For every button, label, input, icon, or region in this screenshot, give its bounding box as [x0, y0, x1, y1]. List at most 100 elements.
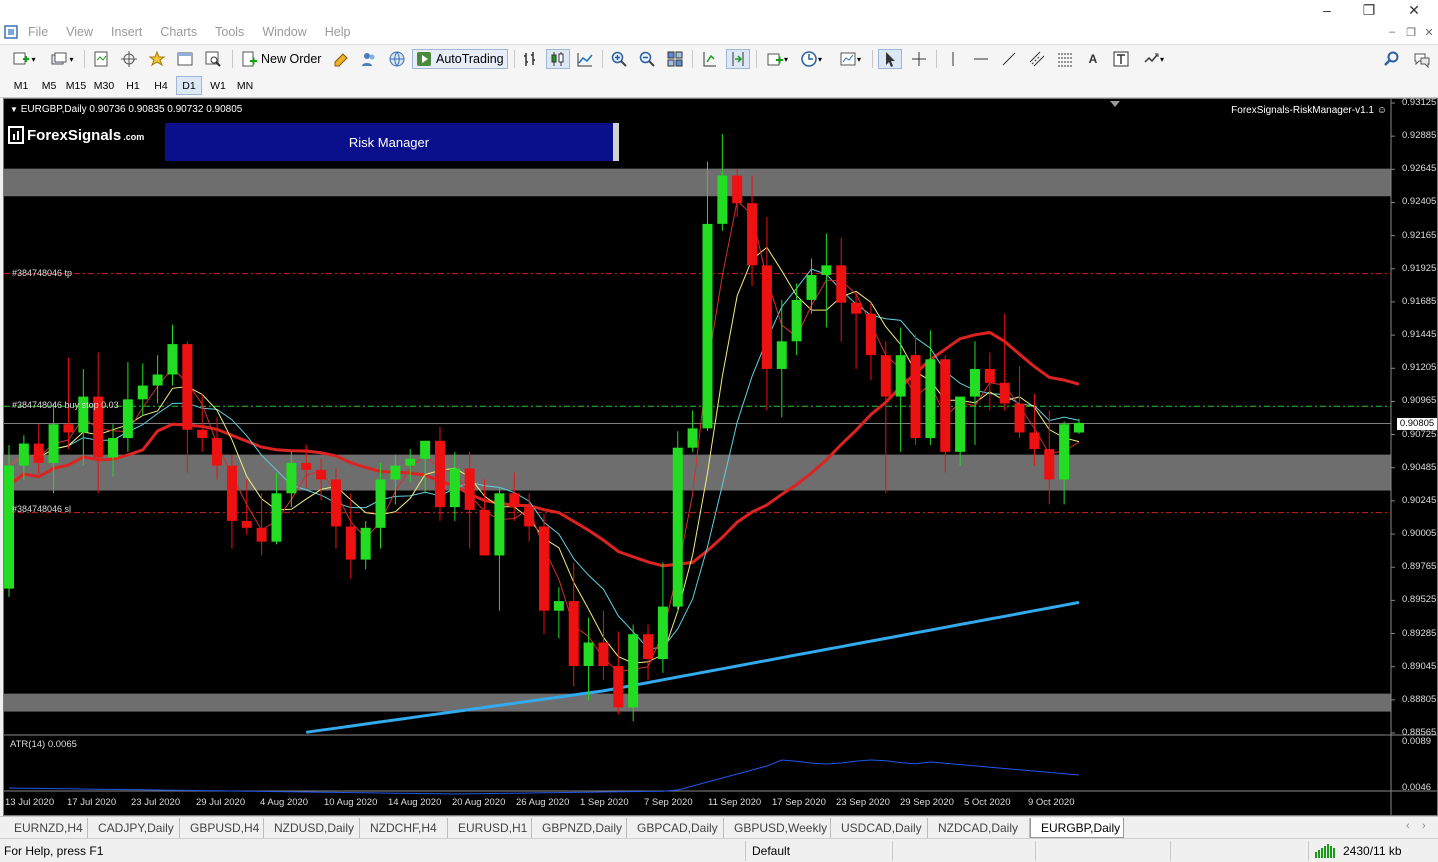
chart-tab[interactable]: GBPNZD,Daily — [532, 818, 627, 838]
menu-view[interactable]: View — [66, 25, 103, 39]
chart-tab[interactable]: GBPUSD,H4 — [180, 818, 264, 838]
timeframe-h1[interactable]: H1 — [120, 76, 146, 95]
data-window-button[interactable] — [118, 49, 140, 69]
new-order-button[interactable]: New Order — [240, 49, 324, 69]
zoom-in-button[interactable] — [608, 49, 630, 69]
chart-tab[interactable]: GBPCAD,Daily — [627, 818, 724, 838]
chart-window[interactable]: ▼ EURGBP,Daily 0.90736 0.90835 0.90732 0… — [3, 97, 1438, 816]
chart-tab[interactable]: EURUSD,H1 — [448, 818, 532, 838]
templates-button[interactable]: ▾ — [834, 49, 866, 69]
periods-button[interactable]: ▾ — [796, 49, 826, 69]
candle-body — [925, 359, 936, 439]
minimize-button[interactable]: – — [1316, 2, 1338, 18]
candle-body — [791, 299, 802, 342]
mql5-button[interactable] — [386, 49, 408, 69]
new-chart-button[interactable]: ▾ — [8, 49, 40, 69]
template-icon — [840, 52, 856, 66]
chart-tab[interactable]: NZDCAD,Daily — [928, 818, 1030, 838]
menu-window[interactable]: Window — [262, 25, 316, 39]
chart-tab[interactable]: GBPUSD,Weekly — [724, 818, 831, 838]
timeframe-w1[interactable]: W1 — [205, 76, 231, 95]
price-chart[interactable] — [4, 99, 1437, 815]
crosshair-button[interactable] — [908, 49, 930, 69]
candle-body — [1029, 432, 1040, 450]
text-label-button[interactable] — [1110, 49, 1132, 69]
candle-body — [776, 341, 787, 369]
timeframe-d1[interactable]: D1 — [176, 76, 202, 95]
timeframe-m15[interactable]: M15 — [63, 76, 89, 95]
candle-body — [286, 462, 297, 494]
atr-tick-label: 0.0089 — [1402, 736, 1432, 747]
candle-body — [984, 368, 995, 383]
mdi-minimize-button[interactable]: – — [1384, 26, 1400, 38]
timeframe-m30[interactable]: M30 — [91, 76, 117, 95]
search-button[interactable] — [1382, 49, 1402, 69]
arrows-icon — [1144, 53, 1159, 63]
timeframe-mn[interactable]: MN — [232, 76, 258, 95]
candle-body — [137, 385, 148, 400]
trendline-button[interactable] — [998, 49, 1020, 69]
risk-manager-button[interactable]: Risk Manager — [165, 123, 619, 161]
tile-windows-button[interactable] — [664, 49, 686, 69]
chart-tab[interactable]: NZDCHF,H4 — [360, 818, 448, 838]
horizontal-line-button[interactable] — [970, 49, 992, 69]
autoscroll-button[interactable] — [726, 49, 750, 69]
timeframe-m1[interactable]: M1 — [8, 76, 34, 95]
timeframe-m5[interactable]: M5 — [36, 76, 62, 95]
equidistant-channel-button[interactable] — [1026, 49, 1048, 69]
bar-chart-button[interactable] — [520, 49, 542, 69]
line-chart-button[interactable] — [574, 49, 596, 69]
strategy-tester-button[interactable] — [202, 49, 224, 69]
fibonacci-button[interactable] — [1054, 49, 1076, 69]
candle-body — [955, 396, 966, 452]
menu-insert[interactable]: Insert — [111, 25, 152, 39]
text-button[interactable]: A — [1082, 49, 1104, 69]
indicators-button[interactable]: ▾ — [762, 49, 792, 69]
chart-tab[interactable]: EURNZD,H4 — [4, 818, 88, 838]
chart-tab[interactable]: EURGBP,Daily — [1030, 818, 1124, 838]
candle-body — [702, 223, 713, 429]
mdi-close-button[interactable]: ✕ — [1421, 26, 1437, 39]
profiles-button[interactable]: ▾ — [46, 49, 78, 69]
autotrading-button[interactable]: AutoTrading — [412, 49, 508, 69]
navigator-button[interactable] — [146, 49, 168, 69]
chart-tab[interactable]: CADJPY,Daily — [88, 818, 180, 838]
collapse-arrow-icon[interactable]: ▼ — [10, 105, 18, 114]
vertical-line-button[interactable] — [942, 49, 964, 69]
chat-button[interactable] — [1410, 49, 1434, 69]
menu-charts[interactable]: Charts — [160, 25, 207, 39]
menu-tools[interactable]: Tools — [215, 25, 254, 39]
close-button[interactable]: ✕ — [1403, 2, 1425, 19]
cursor-button[interactable] — [878, 49, 902, 69]
chart-tab[interactable]: USDCAD,Daily — [831, 818, 928, 838]
meta-editor-button[interactable] — [330, 49, 352, 69]
date-tick-label: 17 Sep 2020 — [772, 797, 826, 808]
candlestick-button[interactable] — [546, 49, 570, 69]
candle-body — [345, 526, 356, 560]
price-tick-label: 0.90485 — [1402, 461, 1437, 473]
menu-help[interactable]: Help — [325, 25, 361, 39]
price-tick-label: 0.89765 — [1402, 561, 1437, 573]
chart-shift-button[interactable] — [698, 49, 720, 69]
atr-tick-label: 0.0046 — [1402, 782, 1432, 793]
date-tick-label: 5 Oct 2020 — [964, 797, 1011, 808]
editor-icon — [334, 53, 348, 67]
menu-file[interactable]: File — [28, 25, 58, 39]
terminal-button[interactable] — [174, 49, 196, 69]
bar-chart-icon — [524, 52, 535, 66]
candle-body — [509, 493, 520, 508]
market-watch-button[interactable] — [90, 49, 112, 69]
arrows-button[interactable]: ▾ — [1138, 49, 1168, 69]
candle-body — [449, 468, 460, 508]
price-tick-label: 0.92165 — [1402, 229, 1437, 241]
timeframe-h4[interactable]: H4 — [148, 76, 174, 95]
tab-scroll-right-icon[interactable]: › — [1422, 820, 1426, 832]
mdi-restore-button[interactable]: ❐ — [1403, 26, 1419, 39]
signals-button[interactable] — [358, 49, 380, 69]
status-traffic-text: 2430/11 kb — [1343, 844, 1402, 858]
new-order-icon — [242, 51, 257, 67]
zoom-out-button[interactable] — [636, 49, 658, 69]
tab-scroll-left-icon[interactable]: ‹ — [1406, 820, 1410, 832]
restore-button[interactable]: ❐ — [1358, 2, 1380, 19]
chart-tab[interactable]: NZDUSD,Daily — [264, 818, 360, 838]
